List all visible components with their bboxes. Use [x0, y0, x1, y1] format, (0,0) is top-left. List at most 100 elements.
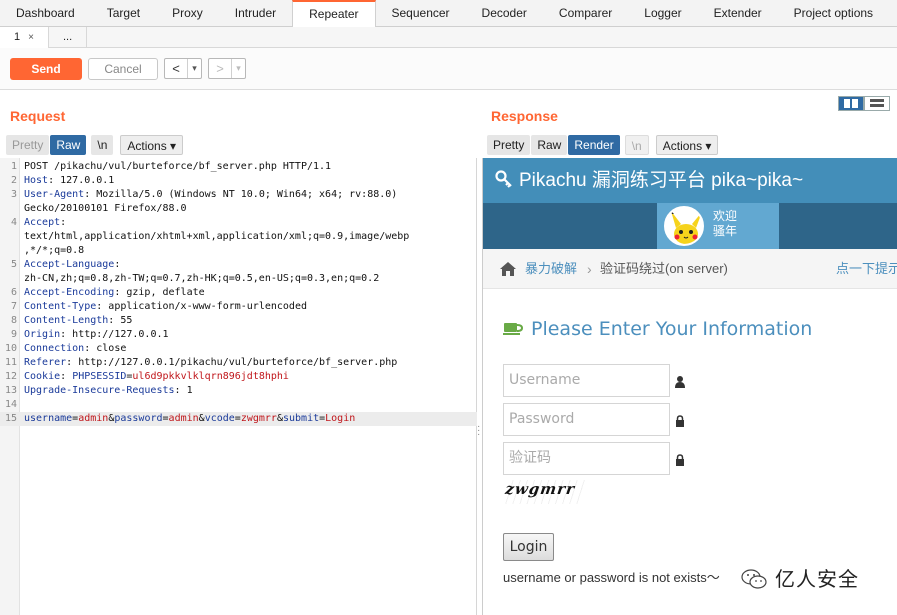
back-arrow-icon[interactable]: <	[165, 59, 187, 78]
tab-proxy[interactable]: Proxy	[156, 0, 219, 27]
pretty-view-button[interactable]: Pretty	[487, 135, 531, 155]
form-title: Please Enter Your Information	[503, 318, 812, 340]
repeater-toolbar: Send Cancel < ▾ > ▾	[0, 48, 897, 90]
home-icon[interactable]	[499, 261, 517, 277]
tab-decoder[interactable]: Decoder	[466, 0, 543, 27]
param-value: admin	[78, 413, 109, 424]
tab-comparer[interactable]: Comparer	[543, 0, 628, 27]
tab-repeater[interactable]: Repeater	[292, 0, 376, 27]
hint-link[interactable]: 点一下提示	[836, 249, 897, 289]
tab-dashboard[interactable]: Dashboard	[0, 0, 91, 27]
header-value: application/x-www-form-urlencoded	[102, 301, 307, 312]
key-icon	[495, 170, 512, 188]
login-error-message: username or password is not exists～	[503, 570, 720, 585]
breadcrumb: 暴力破解 › 验证码绕过(on server) 点一下提示	[483, 249, 897, 289]
request-line: 6 Accept-Encoding: gzip, deflate	[0, 286, 477, 300]
request-line: 5 Accept-Language:	[0, 258, 477, 272]
breadcrumb-separator: ›	[587, 261, 592, 277]
newline-toggle-button[interactable]: \n	[91, 135, 114, 155]
line-number: 5	[10, 259, 17, 270]
line-content: Accept-Encoding: gzip, deflate	[24, 287, 205, 298]
pane-divider-handle[interactable]: · · ·	[477, 422, 481, 440]
split-horizontal-icon[interactable]	[838, 96, 864, 111]
repeater-tab-1[interactable]: 1 ×	[0, 27, 49, 48]
pikachu-header: Pikachu 漏洞练习平台 pika~pika~	[483, 158, 897, 203]
header-value: close	[90, 343, 127, 354]
response-view-buttons: Pretty Raw Render \n Actions ▾	[487, 135, 719, 155]
layout-toggle	[838, 96, 890, 111]
user-icon	[675, 376, 685, 388]
line-number: 15	[4, 413, 17, 424]
main-tab-bar: Dashboard Target Proxy Intruder Repeater Sequ…	[0, 0, 897, 27]
render-view-button[interactable]: Render	[568, 135, 620, 155]
breadcrumb-current: 验证码绕过(on server)	[600, 261, 728, 276]
line-content: Upgrade-Insecure-Requests: 1	[24, 385, 193, 396]
actions-dropdown[interactable]: Actions ▾	[655, 135, 719, 155]
request-line: 4 Accept:	[0, 216, 477, 230]
tab-u[interactable]: U	[889, 0, 897, 27]
request-line: 1 POST /pikachu/vul/burteforce/bf_server.…	[0, 160, 477, 174]
tab-intruder[interactable]: Intruder	[219, 0, 292, 27]
param-value: Login	[325, 413, 356, 424]
line-content: User-Agent: Mozilla/5.0 (Windows NT 10.0…	[24, 189, 398, 200]
back-dropdown-icon[interactable]: ▾	[187, 59, 201, 78]
vcode-input[interactable]: 验证码	[503, 442, 670, 475]
tab-sequencer[interactable]: Sequencer	[376, 0, 466, 27]
header-name: Cookie	[24, 371, 61, 382]
tab-project-options[interactable]: Project options	[778, 0, 889, 27]
new-tab-button[interactable]: ...	[49, 27, 88, 48]
request-lines: 1 POST /pikachu/vul/burteforce/bf_server.…	[0, 160, 477, 426]
history-back-group: < ▾	[164, 58, 202, 79]
cookie-name: PHPSESSID	[72, 371, 127, 382]
username-input[interactable]: Username	[503, 364, 670, 397]
password-input[interactable]: Password	[503, 403, 670, 436]
header-value: 55	[114, 315, 133, 326]
header-value: 1	[180, 385, 193, 396]
repeater-tab-label: 1	[14, 31, 21, 43]
newline-toggle-button[interactable]: \n	[624, 135, 649, 155]
header-name: Content-Type	[24, 301, 97, 312]
request-line: 10 Connection: close	[0, 342, 477, 356]
breadcrumb-bruteforce-link[interactable]: 暴力破解	[525, 249, 577, 289]
login-button[interactable]: Login	[503, 533, 554, 561]
send-button[interactable]: Send	[10, 58, 82, 80]
lock-icon	[676, 415, 684, 427]
split-vertical-icon[interactable]	[864, 96, 890, 111]
request-line: 2 Host: 127.0.0.1	[0, 174, 477, 188]
pikachu-header-title: Pikachu 漏洞练习平台 pika~pika~	[519, 170, 804, 191]
cancel-button[interactable]: Cancel	[88, 58, 158, 80]
pretty-view-button[interactable]: Pretty	[6, 135, 50, 155]
line-content: username=admin&password=admin&vcode=zwgm…	[24, 413, 356, 424]
user-menu[interactable]: 欢迎 骚年	[657, 203, 779, 249]
param-name: vcode	[204, 413, 235, 424]
header-name: User-Agent	[24, 189, 85, 200]
actions-dropdown[interactable]: Actions ▾	[120, 135, 184, 155]
header-name: Referer	[24, 357, 67, 368]
raw-view-button[interactable]: Raw	[531, 135, 568, 155]
tab-target[interactable]: Target	[91, 0, 156, 27]
line-number: 4	[10, 217, 17, 228]
request-line: 11 Referer: http://127.0.0.1/pikachu/vul/…	[0, 356, 477, 370]
line-content: Host: 127.0.0.1	[24, 175, 115, 186]
header-name: Accept	[24, 217, 61, 228]
forward-dropdown-icon[interactable]: ▾	[231, 59, 245, 78]
forward-arrow-icon[interactable]: >	[209, 59, 231, 78]
line-number: 13	[4, 385, 17, 396]
tab-extender[interactable]: Extender	[698, 0, 778, 27]
raw-view-button[interactable]: Raw	[50, 135, 87, 155]
response-title: Response	[491, 108, 558, 124]
watermark-text: 亿人安全	[775, 569, 859, 591]
welcome-text: 欢迎 骚年	[713, 209, 737, 239]
tab-logger[interactable]: Logger	[628, 0, 697, 27]
request-line: 12 Cookie: PHPSESSID=ul6d9pkkvlklqrn896jd…	[0, 370, 477, 384]
param-name: submit	[282, 413, 320, 424]
param-value: zwgmrr	[240, 413, 277, 424]
header-name: Host	[24, 175, 49, 186]
request-line: ,*/*;q=0.8	[0, 244, 477, 258]
line-content: Referer: http://127.0.0.1/pikachu/vul/bu…	[24, 357, 398, 368]
close-tab-icon[interactable]: ×	[28, 32, 34, 43]
captcha-image[interactable]: zwgmrr	[503, 480, 587, 504]
cookie-value: ul6d9pkkvlklqrn896jdt8hphi	[132, 371, 289, 382]
request-editor[interactable]: 1 POST /pikachu/vul/burteforce/bf_server.…	[0, 158, 477, 615]
line-content: Origin: http://127.0.0.1	[24, 329, 169, 340]
